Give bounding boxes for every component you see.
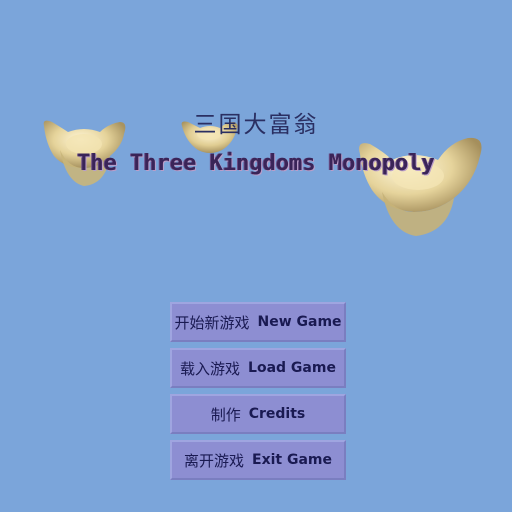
new-game-button[interactable]: 开始新游戏 New Game [170,302,346,342]
title-screen: 三国大富翁 The Three Kingdoms Monopoly 开始新游戏 … [0,0,512,512]
credits-label-en: Credits [248,406,306,422]
game-title-chinese: 三国大富翁 [193,112,319,138]
load-game-label-en: Load Game [248,360,336,376]
credits-button[interactable]: 制作 Credits [170,394,346,434]
new-game-label-en: New Game [257,314,342,330]
exit-game-button[interactable]: 离开游戏 Exit Game [170,440,346,480]
load-game-label-cn: 载入游戏 [180,359,241,378]
new-game-label-cn: 开始新游戏 [174,313,250,332]
game-title-english: The Three Kingdoms Monopoly [77,151,435,176]
exit-game-label-en: Exit Game [252,452,332,468]
exit-game-label-cn: 离开游戏 [184,451,245,470]
gold-ingot-right-icon [359,137,482,236]
credits-label-cn: 制作 [210,405,241,424]
load-game-button[interactable]: 载入游戏 Load Game [170,348,346,388]
